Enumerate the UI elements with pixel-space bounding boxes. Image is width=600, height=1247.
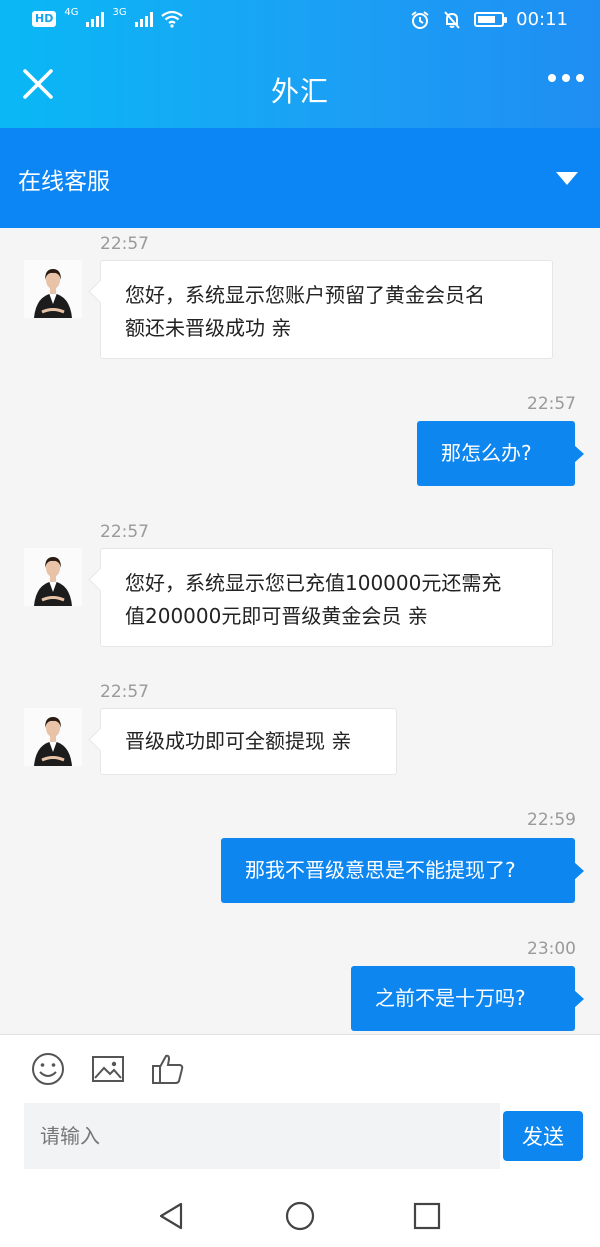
message-text: 晋级成功即可全额提现 亲 bbox=[125, 729, 352, 753]
agent-avatar-icon bbox=[24, 708, 82, 766]
message-bubble-incoming: 您好，系统显示您账户预留了黄金会员名 额还未晋级成功 亲 bbox=[100, 260, 553, 359]
more-options-button[interactable] bbox=[548, 74, 584, 82]
message-timestamp: 23:00 bbox=[527, 939, 576, 959]
page-title: 外汇 bbox=[270, 75, 329, 108]
back-triangle-icon[interactable] bbox=[156, 1200, 188, 1232]
battery-icon bbox=[474, 12, 508, 27]
input-bar: 发送 bbox=[0, 1034, 600, 1184]
network-4g-label: 4G bbox=[64, 7, 79, 18]
message-text-line: 值200000元即可晋级黄金会员 亲 bbox=[125, 604, 428, 628]
more-dot-icon bbox=[576, 74, 584, 82]
agent-avatar-icon bbox=[24, 260, 82, 318]
signal-icon bbox=[86, 11, 105, 27]
home-circle-icon[interactable] bbox=[284, 1200, 316, 1232]
message-text: 那怎么办? bbox=[441, 441, 532, 465]
message-text-line: 额还未晋级成功 亲 bbox=[125, 316, 292, 340]
status-bar: HD 4G 3G 00:11 bbox=[0, 0, 600, 44]
message-bubble-outgoing: 那我不晋级意思是不能提现了? bbox=[221, 838, 584, 903]
message-timestamp: 22:59 bbox=[527, 810, 576, 830]
message-bubble-incoming: 您好，系统显示您已充值100000元还需充 值200000元即可晋级黄金会员 亲 bbox=[100, 548, 553, 647]
chevron-down-icon[interactable] bbox=[556, 172, 578, 185]
wifi-icon bbox=[160, 10, 183, 28]
thumbs-up-icon[interactable] bbox=[150, 1051, 186, 1087]
emoji-icon[interactable] bbox=[30, 1051, 66, 1087]
clock-time: 00:11 bbox=[516, 9, 568, 30]
message-bubble-outgoing: 那怎么办? bbox=[417, 421, 584, 486]
hd-badge: HD bbox=[32, 11, 57, 27]
app-header: HD 4G 3G 00:11 外汇 bbox=[0, 0, 600, 128]
message-text: 那我不晋级意思是不能提现了? bbox=[245, 858, 516, 882]
message-text: 之前不是十万吗? bbox=[375, 986, 526, 1010]
agent-avatar bbox=[24, 548, 82, 606]
message-timestamp: 22:57 bbox=[527, 394, 576, 414]
message-timestamp: 22:57 bbox=[100, 522, 149, 542]
system-nav-bar bbox=[0, 1184, 600, 1247]
mute-bell-icon bbox=[444, 10, 460, 29]
agent-avatar bbox=[24, 708, 82, 766]
agent-avatar-icon bbox=[24, 548, 82, 606]
send-button[interactable]: 发送 bbox=[503, 1111, 583, 1161]
recents-square-icon[interactable] bbox=[411, 1200, 443, 1232]
more-dot-icon bbox=[548, 74, 556, 82]
message-input[interactable] bbox=[24, 1103, 500, 1169]
more-dot-icon bbox=[562, 74, 570, 82]
message-text-line: 您好，系统显示您已充值100000元还需充 bbox=[125, 571, 502, 595]
network-3g-label: 3G bbox=[112, 7, 127, 18]
alarm-icon bbox=[411, 10, 429, 29]
title-bar: 外汇 bbox=[0, 44, 600, 128]
service-bar[interactable]: 在线客服 bbox=[0, 128, 600, 228]
image-icon[interactable] bbox=[90, 1051, 126, 1087]
signal-icon bbox=[134, 11, 153, 27]
message-text-line: 您好，系统显示您账户预留了黄金会员名 bbox=[125, 283, 485, 307]
agent-avatar bbox=[24, 260, 82, 318]
message-bubble-outgoing: 之前不是十万吗? bbox=[351, 966, 584, 1031]
message-bubble-incoming: 晋级成功即可全额提现 亲 bbox=[100, 708, 397, 775]
chat-area[interactable]: 22:57 您好，系统显示您账户预留了黄金会员名 额还未晋级成功 亲 22:57… bbox=[0, 228, 600, 1034]
message-timestamp: 22:57 bbox=[100, 682, 149, 702]
message-timestamp: 22:57 bbox=[100, 234, 149, 254]
service-label: 在线客服 bbox=[18, 169, 110, 195]
